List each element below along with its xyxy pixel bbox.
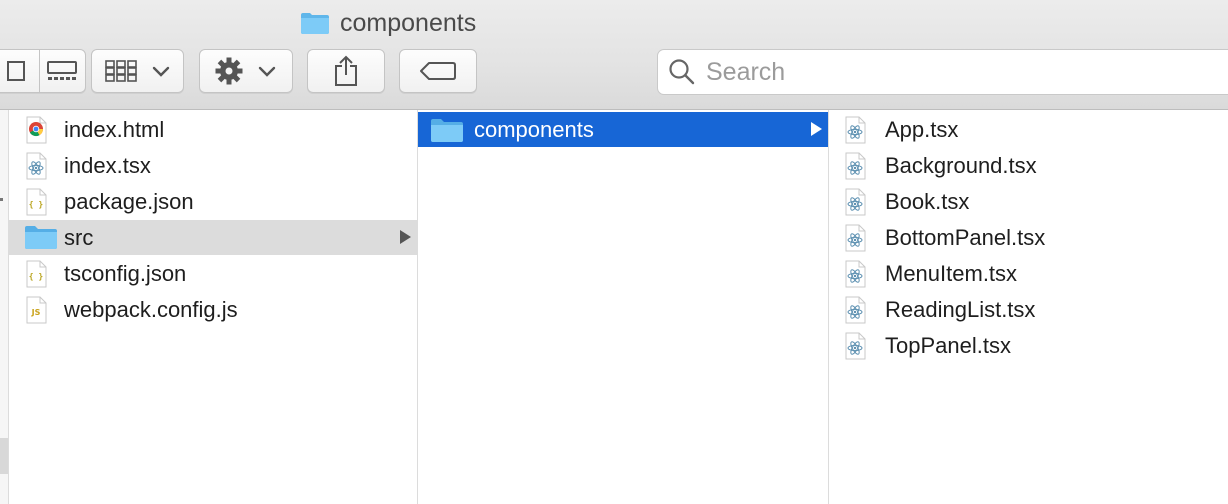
- folder-icon: [301, 13, 329, 34]
- share-icon: [335, 55, 357, 86]
- column-2[interactable]: components: [417, 110, 828, 504]
- action-menu-button[interactable]: [199, 49, 293, 93]
- item-name: ReadingList.tsx: [885, 297, 1036, 322]
- item-name: BottomPanel.tsx: [885, 225, 1046, 250]
- search-input[interactable]: [658, 50, 1228, 94]
- react-file-icon: [843, 116, 867, 150]
- file-row[interactable]: { } tsconfig.json: [9, 256, 417, 291]
- chrome-html-icon: [24, 116, 48, 150]
- file-row[interactable]: Background.tsx: [829, 148, 1228, 183]
- file-row[interactable]: TopPanel.tsx: [829, 328, 1228, 363]
- file-row[interactable]: ReadingList.tsx: [829, 292, 1228, 327]
- column-view-button[interactable]: [0, 50, 39, 92]
- react-file-icon: [843, 332, 867, 366]
- react-file-icon: [843, 152, 867, 186]
- file-row[interactable]: index.tsx: [9, 148, 417, 183]
- item-name: App.tsx: [885, 117, 959, 142]
- file-row[interactable]: index.html: [9, 112, 417, 147]
- grid-icon: [104, 60, 137, 82]
- share-button[interactable]: [307, 49, 385, 93]
- item-name: TopPanel.tsx: [885, 333, 1011, 358]
- file-row[interactable]: Book.tsx: [829, 184, 1228, 219]
- json-file-icon: { }: [24, 260, 48, 294]
- toolbar: components Search: [0, 0, 1228, 110]
- previous-column-edge: [0, 110, 8, 504]
- column-1[interactable]: index.html index.tsx { } package.json src { }…: [8, 110, 417, 504]
- folder-row[interactable]: components: [418, 112, 828, 147]
- column-view-icon: [6, 61, 25, 81]
- svg-text:{ }: { }: [29, 272, 44, 281]
- search-field[interactable]: Search: [657, 49, 1228, 95]
- folder-icon: [430, 117, 464, 149]
- file-row[interactable]: BottomPanel.tsx: [829, 220, 1228, 255]
- view-mode-segmented-control[interactable]: [0, 49, 86, 93]
- svg-text:{ }: { }: [29, 200, 44, 209]
- item-name: components: [474, 117, 594, 142]
- item-name: tsconfig.json: [64, 261, 187, 286]
- react-file-icon: [843, 224, 867, 258]
- react-file-icon: [843, 296, 867, 330]
- item-name: webpack.config.js: [64, 297, 238, 322]
- file-row[interactable]: JS webpack.config.js: [9, 292, 417, 327]
- react-file-icon: [24, 152, 48, 186]
- tags-button[interactable]: [399, 49, 477, 93]
- item-name: MenuItem.tsx: [885, 261, 1018, 286]
- column-3[interactable]: App.tsx Background.tsx Book.tsx BottomPanel…: [828, 110, 1228, 504]
- disclosure-arrow-icon: [400, 230, 411, 244]
- file-row[interactable]: { } package.json: [9, 184, 417, 219]
- chevron-down-icon: [152, 66, 169, 77]
- react-file-icon: [843, 188, 867, 222]
- item-name: Background.tsx: [885, 153, 1037, 178]
- js-file-icon: JS: [24, 296, 48, 330]
- item-name: index.html: [64, 117, 165, 142]
- item-name: package.json: [64, 189, 194, 214]
- item-name: Book.tsx: [885, 189, 970, 214]
- file-row[interactable]: MenuItem.tsx: [829, 256, 1228, 291]
- item-name: src: [64, 225, 94, 250]
- item-name: index.tsx: [64, 153, 151, 178]
- window-title: components: [300, 8, 476, 38]
- gallery-view-icon: [47, 61, 78, 80]
- window-title-text: components: [340, 8, 477, 37]
- group-by-button[interactable]: [91, 49, 184, 93]
- folder-icon: [24, 224, 58, 256]
- file-row[interactable]: App.tsx: [829, 112, 1228, 147]
- json-file-icon: { }: [24, 188, 48, 222]
- column-browser: index.html index.tsx { } package.json src { }…: [0, 110, 1228, 504]
- react-file-icon: [843, 260, 867, 294]
- folder-row[interactable]: src: [9, 220, 417, 255]
- tag-icon: [420, 62, 456, 80]
- gallery-view-button[interactable]: [38, 50, 86, 92]
- svg-text:JS: JS: [31, 308, 41, 317]
- disclosure-arrow-icon: [811, 122, 822, 136]
- chevron-down-icon: [258, 66, 276, 77]
- gear-icon: [215, 57, 243, 85]
